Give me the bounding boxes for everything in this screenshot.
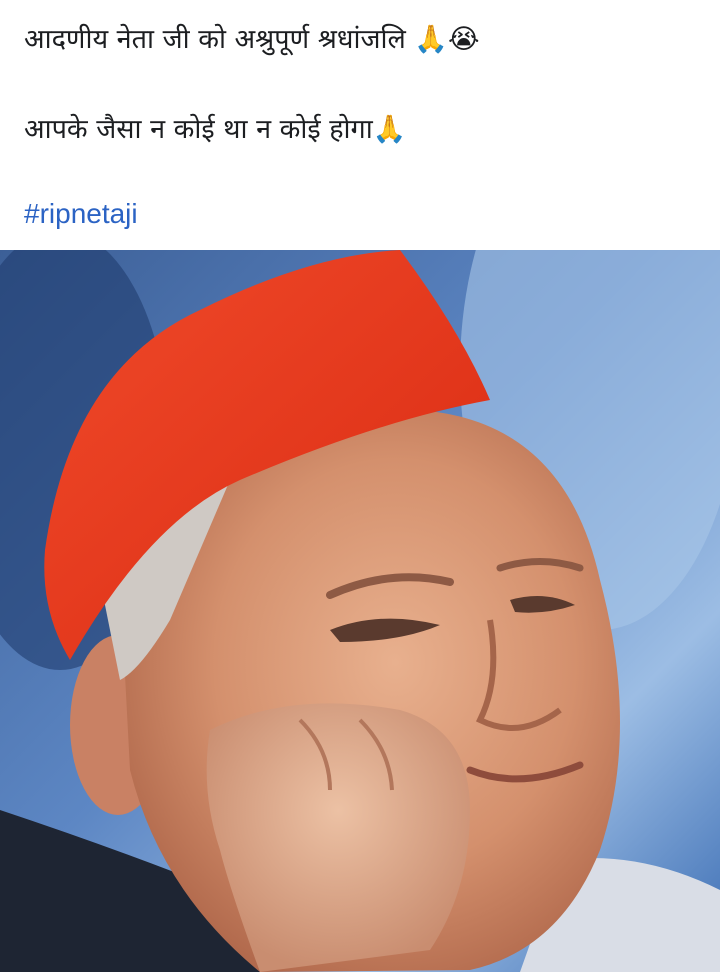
folded-hands-crying-emoji: 🙏😭 <box>414 24 480 55</box>
hashtag-link[interactable]: #ripnetaji <box>24 196 138 232</box>
portrait-illustration <box>0 250 720 972</box>
tribute-text: आदणीय नेता जी को अश्रुपूर्ण श्रधांजलि <box>24 24 406 55</box>
caption-line-tribute: आदणीय नेता जी को अश्रुपूर्ण श्रधांजलि 🙏😭 <box>24 22 480 58</box>
caption-line-nobody-like-you: आपके जैसा न कोई था न कोई होगा🙏 <box>24 112 406 148</box>
nobody-like-you-text: आपके जैसा न कोई था न कोई होगा <box>24 114 373 145</box>
post-caption: आदणीय नेता जी को अश्रुपूर्ण श्रधांजलि 🙏😭… <box>0 0 720 250</box>
folded-hands-emoji: 🙏 <box>372 114 407 145</box>
post-photo[interactable] <box>0 250 720 972</box>
fist <box>206 703 470 972</box>
